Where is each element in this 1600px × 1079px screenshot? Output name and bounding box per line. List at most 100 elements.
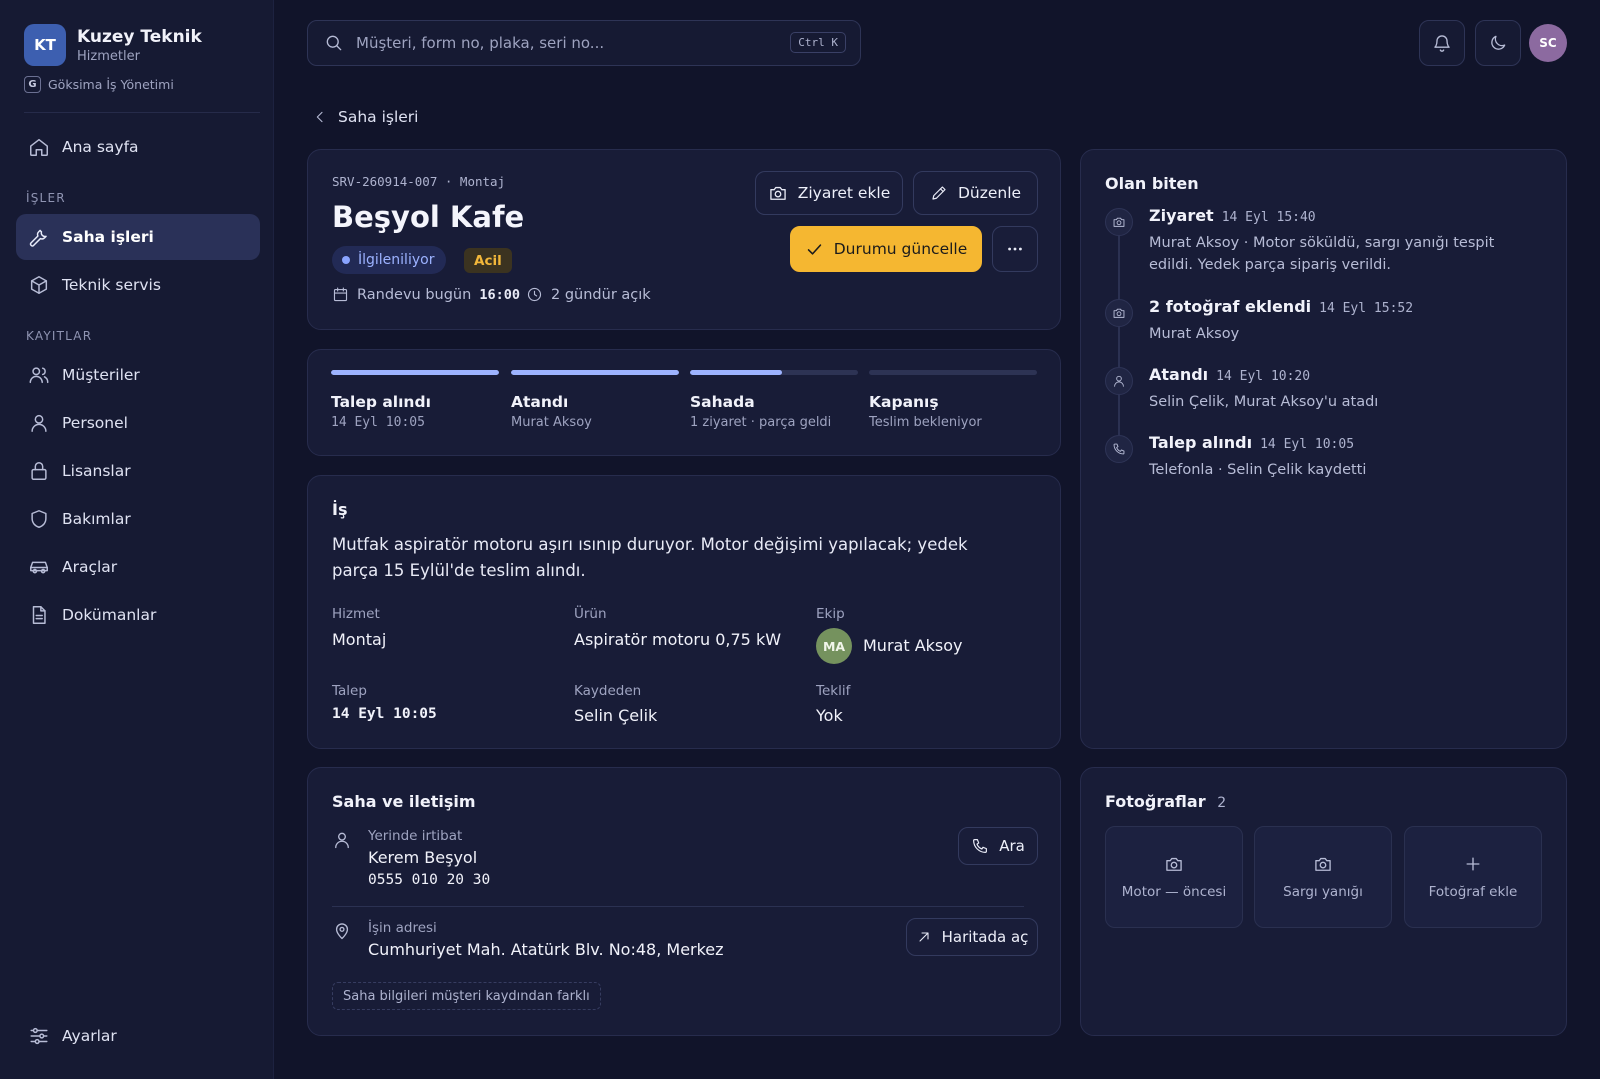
open-duration-label: 2 gündür açık xyxy=(551,286,651,303)
priority-badge: Acil xyxy=(464,248,512,273)
camera-icon xyxy=(1113,217,1125,227)
calendar-icon xyxy=(333,287,348,302)
shield-icon xyxy=(31,510,47,528)
sidebar-item-maintenance[interactable]: Bakımlar xyxy=(16,496,260,542)
add-photo-button[interactable]: Fotoğraf ekle xyxy=(1404,826,1542,928)
progress-bar xyxy=(331,370,499,375)
photo-thumbnail[interactable]: Sargı yanığı xyxy=(1254,826,1392,928)
photo-thumbnail[interactable]: Motor — öncesi xyxy=(1105,826,1243,928)
status-badge-label: İlgileniliyor xyxy=(358,252,435,268)
more-actions-button[interactable] xyxy=(992,226,1038,272)
timeline-title-text: 2 fotoğraf eklendi xyxy=(1149,297,1312,316)
service-label: Hizmet xyxy=(332,606,380,622)
section-heading: İş xyxy=(332,500,348,519)
search-icon xyxy=(326,35,342,51)
status-dot xyxy=(342,256,350,264)
sidebar-item-settings[interactable]: Ayarlar xyxy=(16,1013,260,1059)
avatar: MA xyxy=(816,628,852,664)
sidebar-item-customers[interactable]: Müşteriler xyxy=(16,352,260,398)
progress-bar xyxy=(511,370,679,375)
page-title: Beşyol Kafe xyxy=(332,200,525,234)
open-map-button[interactable]: Haritada aç xyxy=(906,918,1038,956)
moon-icon xyxy=(1491,35,1506,50)
person-icon xyxy=(335,832,349,849)
appointment-info: Randevu bugün 16:00 xyxy=(332,286,520,303)
arrow-up-right-icon xyxy=(919,932,929,942)
team-member[interactable]: Murat Aksoy xyxy=(863,636,963,655)
brand-logo: KT xyxy=(24,24,66,66)
timeline-time: 14 Eyl 10:05 xyxy=(1260,437,1355,452)
sidebar-item-label: Dokümanlar xyxy=(62,606,157,624)
camera-icon xyxy=(1166,857,1182,871)
back-link-label: Saha işleri xyxy=(338,108,419,126)
site-contact-card: Saha ve iletişim Yerinde irtibat Kerem B… xyxy=(307,767,1061,1036)
back-link[interactable]: Saha işleri xyxy=(312,108,419,126)
open-map-label: Haritada aç xyxy=(941,928,1029,946)
theme-toggle-button[interactable] xyxy=(1475,20,1521,66)
offer-value: Yok xyxy=(816,706,843,725)
call-button[interactable]: Ara xyxy=(958,827,1038,865)
product-value: Aspiratör motoru 0,75 kW xyxy=(574,630,782,649)
user-avatar[interactable]: SC xyxy=(1529,24,1567,62)
lock-icon xyxy=(31,462,47,480)
recorded-by-value: Selin Çelik xyxy=(574,706,658,725)
map-pin-icon xyxy=(335,923,349,940)
site-info-note: Saha bilgileri müşteri kaydından farklı xyxy=(332,982,601,1010)
contact-phone[interactable]: 0555 010 20 30 xyxy=(368,872,490,888)
request-label: Talep xyxy=(332,683,367,699)
timeline-time: 14 Eyl 15:52 xyxy=(1319,301,1414,316)
sidebar-item-label: Ana sayfa xyxy=(62,138,139,156)
progress-bar xyxy=(690,370,858,375)
sidebar-item-licenses[interactable]: Lisanslar xyxy=(16,448,260,494)
check-icon xyxy=(807,243,821,255)
work-description: Mutfak aspiratör motoru aşırı ısınıp dur… xyxy=(332,535,968,580)
photo-count: 2 xyxy=(1217,795,1227,811)
home-icon xyxy=(30,138,48,156)
sidebar-item-home[interactable]: Ana sayfa xyxy=(16,124,260,170)
progress-bar-fill xyxy=(690,370,783,375)
search-input[interactable]: Müşteri, form no, plaka, seri no... Ctrl… xyxy=(307,20,861,66)
step-title: Atandı xyxy=(511,393,569,411)
timeline-connector xyxy=(1118,395,1120,435)
photo-label: Sargı yanığı xyxy=(1283,884,1363,900)
appointment-time: 16:00 xyxy=(479,286,520,303)
sidebar-item-label: Araçlar xyxy=(62,558,118,576)
org-badge: G xyxy=(24,76,41,93)
phone-icon xyxy=(1113,443,1125,455)
edit-label: Düzenle xyxy=(957,184,1022,202)
progress-bar-fill xyxy=(511,370,679,375)
sidebar-item-label: Ayarlar xyxy=(62,1027,117,1045)
notifications-button[interactable] xyxy=(1419,20,1465,66)
more-horizontal-icon xyxy=(1008,247,1022,251)
wrench-icon xyxy=(29,229,47,247)
sidebar-item-staff[interactable]: Personel xyxy=(16,400,260,446)
bell-icon xyxy=(1434,35,1450,52)
progress-step-requested: Talep alındı 14 Eyl 10:05 xyxy=(331,370,499,430)
timeline-icon-badge xyxy=(1105,208,1133,236)
update-status-button[interactable]: Durumu güncelle xyxy=(790,226,982,272)
timeline-title-text: Ziyaret xyxy=(1149,206,1214,225)
org-switcher[interactable]: G Göksima İş Yönetimi xyxy=(24,76,174,93)
sliders-icon xyxy=(30,1027,48,1045)
sidebar-item-tech-service[interactable]: Teknik servis xyxy=(16,262,260,308)
step-subtitle: 1 ziyaret · parça geldi xyxy=(690,415,832,430)
edit-button[interactable]: Düzenle xyxy=(913,171,1038,215)
timeline-time: 14 Eyl 10:20 xyxy=(1216,369,1311,384)
brand[interactable]: KT Kuzey Teknik Hizmetler xyxy=(24,24,202,66)
offer-label: Teklif xyxy=(816,683,851,699)
sidebar-item-documents[interactable]: Dokümanlar xyxy=(16,592,260,638)
timeline-title: Ziyaret 14 Eyl 15:40 xyxy=(1149,206,1316,225)
sidebar-item-field-jobs[interactable]: Saha işleri xyxy=(16,214,260,260)
timeline-title: Atandı 14 Eyl 10:20 xyxy=(1149,365,1310,384)
team-label: Ekip xyxy=(816,606,845,622)
photo-label: Motor — öncesi xyxy=(1121,884,1227,900)
add-visit-button[interactable]: Ziyaret ekle xyxy=(755,171,903,215)
progress-step-assigned: Atandı Murat Aksoy xyxy=(511,370,679,430)
sidebar-item-vehicles[interactable]: Araçlar xyxy=(16,544,260,590)
section-label-records: KAYITLAR xyxy=(26,329,93,343)
timeline-text: Telefonla · Selin Çelik kaydetti xyxy=(1149,462,1367,478)
section-heading: Olan biten xyxy=(1105,174,1199,193)
step-subtitle: Murat Aksoy xyxy=(511,415,592,430)
timeline-title-text: Talep alındı xyxy=(1149,433,1253,452)
box-icon xyxy=(30,276,48,294)
